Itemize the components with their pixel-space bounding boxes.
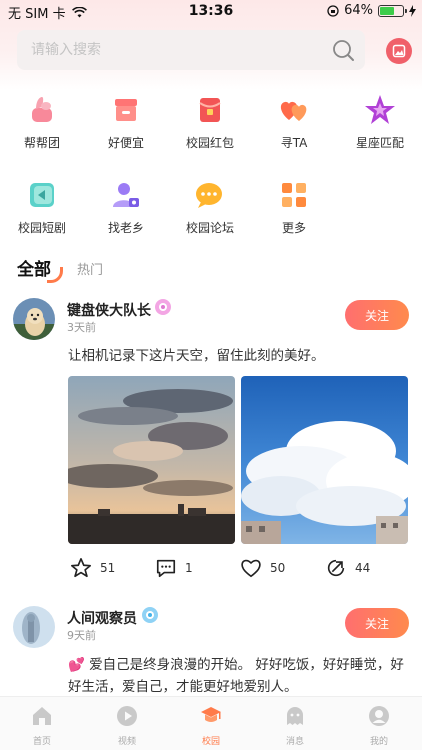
image-icon: [392, 44, 406, 58]
search-bar[interactable]: [17, 30, 365, 70]
post-content: 💕 爱自己是终身浪漫的开始。 好好吃饭，好好睡觉，好好生活，爱自己，才能更好地爱…: [68, 657, 404, 695]
follow-button[interactable]: 关注: [345, 608, 409, 638]
grid-item-short-drama[interactable]: 校园短剧: [7, 178, 77, 236]
red-packet-icon: [193, 93, 227, 127]
video-icon: [117, 706, 137, 726]
charging-icon: [409, 4, 416, 17]
verified-badge-icon: [142, 607, 158, 623]
share-count: 44: [355, 561, 371, 575]
tab-hot[interactable]: 热门: [77, 259, 103, 278]
heart-icon: [241, 559, 261, 578]
comment-icon: [156, 559, 176, 578]
tab-all[interactable]: 全部: [17, 255, 51, 280]
nav-mine[interactable]: 我的: [349, 705, 409, 747]
nav-campus[interactable]: 校园: [181, 705, 241, 747]
grid-item-red-packet[interactable]: 校园红包: [175, 93, 245, 151]
post-photo-sunset[interactable]: [68, 376, 235, 544]
battery-icon: [378, 4, 407, 17]
chat-icon: [193, 178, 227, 212]
comment-count: 1: [185, 561, 193, 575]
follow-button[interactable]: 关注: [345, 300, 409, 330]
like-count: 50: [270, 561, 286, 575]
avatar[interactable]: [13, 298, 55, 340]
post-photo-clouds[interactable]: [241, 376, 408, 544]
share-icon: [327, 559, 345, 577]
status-bar: 无 SIM 卡 13:36 64%: [0, 0, 422, 22]
grid-item-hometown[interactable]: 找老乡: [91, 178, 161, 236]
shop-icon: [109, 93, 143, 127]
nav-home[interactable]: 首页: [12, 705, 72, 747]
nav-messages[interactable]: 消息: [265, 705, 325, 747]
post-timestamp: 9天前: [67, 629, 96, 642]
home-icon: [33, 707, 51, 725]
comment-action[interactable]: 1: [155, 557, 193, 579]
person-icon: [109, 178, 143, 212]
like-action[interactable]: 50: [240, 557, 285, 579]
star-count: 51: [100, 561, 116, 575]
message-ghost-icon: [287, 707, 303, 725]
more-icon: [277, 178, 311, 212]
image-scan-button[interactable]: [386, 38, 412, 64]
post-author-name[interactable]: 人间观察员: [67, 608, 137, 628]
star-icon: [363, 93, 397, 127]
hearts-icon: [277, 93, 311, 127]
grid-item-constellation[interactable]: 星座匹配: [345, 93, 415, 151]
orientation-lock-icon: [327, 4, 339, 17]
profile-icon: [369, 706, 389, 726]
battery-percent: 64%: [344, 3, 373, 18]
grid-item-forum[interactable]: 校园论坛: [175, 178, 245, 236]
grid-item-cheap[interactable]: 好便宜: [91, 93, 161, 151]
star-action[interactable]: 51: [70, 557, 115, 579]
grid-item-find-ta[interactable]: 寻TA: [259, 93, 329, 151]
grid-item-more[interactable]: 更多: [259, 178, 329, 236]
search-icon[interactable]: [331, 38, 355, 62]
share-action[interactable]: 44: [325, 557, 370, 579]
play-icon: [25, 178, 59, 212]
verified-badge-icon: [155, 299, 171, 315]
post-author-name[interactable]: 键盘侠大队长: [67, 300, 151, 320]
tab-active-indicator: [47, 267, 63, 283]
graduation-cap-icon: [201, 707, 221, 722]
bottom-navigation: 首页 视频 校园 消息 我的: [0, 696, 422, 750]
grid-item-help[interactable]: 帮帮团: [7, 93, 77, 151]
feed-tabs: 全部 热门: [17, 255, 417, 285]
avatar[interactable]: [13, 606, 55, 648]
star-outline-icon: [71, 558, 91, 578]
post-content: 让相机记录下这片天空，留住此刻的美好。: [68, 348, 325, 364]
hand-icon: [25, 93, 59, 127]
nav-video[interactable]: 视频: [97, 705, 157, 747]
search-input[interactable]: [17, 30, 317, 70]
post-timestamp: 3天前: [67, 321, 96, 334]
